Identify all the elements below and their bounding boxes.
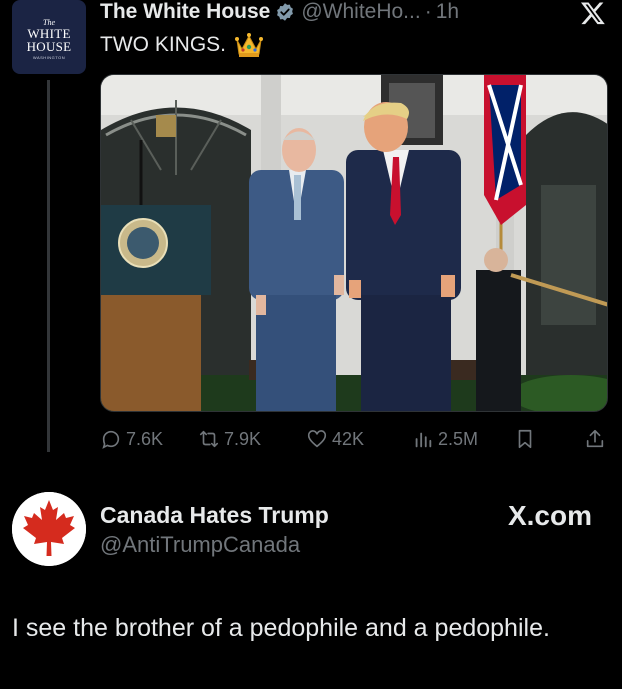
photo-scene: [101, 75, 607, 411]
like-count: 42K: [332, 428, 365, 449]
avatar-canada[interactable]: [12, 492, 86, 566]
bookmark-button[interactable]: [514, 428, 536, 450]
tweet-header: The White House @WhiteHo... · 1h: [100, 0, 459, 24]
reply-tweet[interactable]: Canada Hates Trump @AntiTrumpCanada X.co…: [0, 480, 622, 689]
tweet[interactable]: The WHITE HOUSE WASHINGTON The White Hou…: [0, 0, 622, 470]
tweet-text: TWO KINGS.: [100, 32, 264, 58]
reply-handle[interactable]: @AntiTrumpCanada: [100, 532, 300, 558]
reply-count: 7.6K: [126, 428, 164, 449]
thread-line: [47, 80, 50, 452]
repost-count: 7.9K: [224, 428, 262, 449]
x-logo-icon[interactable]: [580, 0, 606, 26]
repost-button[interactable]: 7.9K: [198, 428, 261, 450]
display-name[interactable]: The White House: [100, 0, 270, 24]
separator-dot: ·: [424, 0, 432, 23]
heart-icon: [307, 430, 327, 448]
reply-display-name[interactable]: Canada Hates Trump: [100, 502, 329, 529]
share-button[interactable]: [584, 428, 606, 450]
avatar-sub-text: WASHINGTON: [32, 55, 66, 60]
share-icon: [586, 429, 604, 448]
verified-badge-icon: [277, 3, 294, 21]
avatar-white-house[interactable]: The WHITE HOUSE WASHINGTON: [12, 0, 86, 74]
tweet-photo[interactable]: [100, 74, 608, 412]
handle[interactable]: @WhiteHo...: [301, 0, 420, 24]
views-icon: [415, 432, 432, 448]
reply-button[interactable]: 7.6K: [100, 428, 163, 450]
tweet-text-content: TWO KINGS.: [100, 33, 226, 56]
avatar-name-line2: HOUSE: [26, 39, 72, 54]
views-button[interactable]: 2.5M: [412, 428, 478, 450]
like-button[interactable]: 42K: [306, 428, 364, 450]
crown-icon: [235, 33, 263, 57]
reply-text: I see the brother of a pedophile and a p…: [12, 614, 550, 642]
bookmark-icon: [518, 429, 532, 449]
repost-icon: [199, 430, 219, 448]
reply-icon: [102, 430, 120, 449]
action-bar: 7.6K 7.9K 42K 2.5M: [100, 428, 610, 454]
timestamp[interactable]: 1h: [436, 0, 459, 24]
xcom-watermark: X.com: [507, 500, 592, 531]
maple-leaf-icon: [12, 492, 86, 566]
views-count: 2.5M: [438, 428, 479, 449]
